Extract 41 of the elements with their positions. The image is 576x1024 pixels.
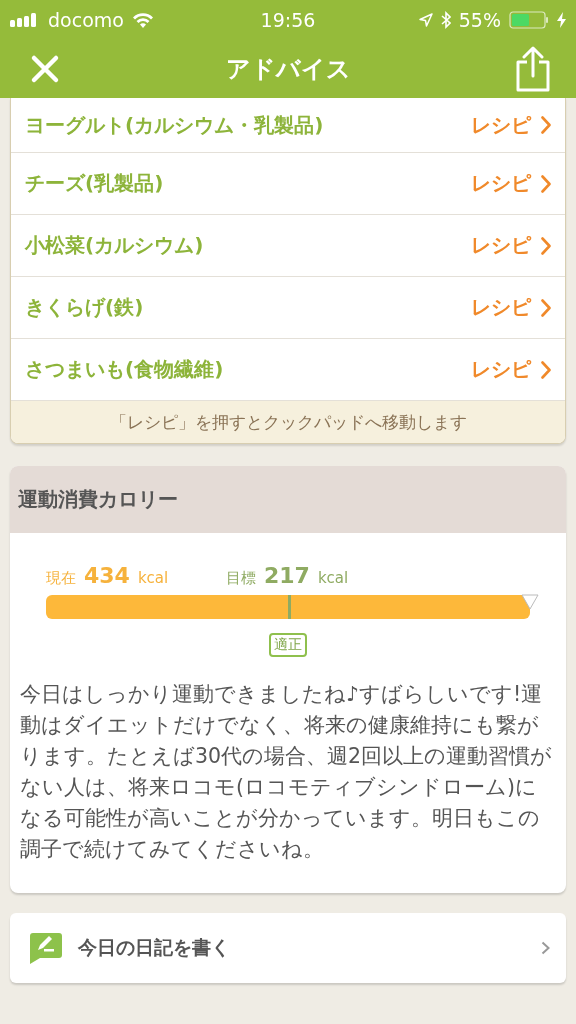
close-button[interactable] — [30, 54, 60, 84]
chevron-right-icon — [541, 360, 551, 379]
charging-bolt-icon — [557, 12, 566, 28]
target-marker — [288, 595, 291, 619]
battery-icon — [509, 11, 549, 29]
chevron-right-icon — [541, 941, 550, 955]
bluetooth-icon — [440, 11, 451, 29]
chevron-right-icon — [541, 236, 551, 255]
recipe-link[interactable]: レシピ — [471, 111, 551, 139]
note-edit-icon — [30, 932, 62, 964]
target-label: 目標 — [226, 569, 256, 588]
recipe-link[interactable]: レシピ — [471, 232, 551, 259]
food-name: チーズ(乳製品) — [25, 170, 164, 197]
clock-time: 19:56 — [260, 9, 316, 31]
share-button[interactable] — [514, 46, 552, 92]
recipe-note: 「レシピ」を押すとクックパッドへ移動します — [109, 410, 467, 434]
unit-label: kcal — [317, 569, 349, 587]
advice-text: 今日はしっかり運動できましたね♪すばらしいです!運動はダイエットだけでなく、将来の健康維持にも繋がります。たとえば30代の場合、週2回以上の運動習慣がない人は、将来ロコモ(ロコモティブシンドローム)になる可能性が高いことが分かっています。明日もこの調子で続けてみてくださいね。 — [19, 681, 554, 863]
recipe-link[interactable]: レシピ — [471, 170, 551, 197]
current-value: 434 — [84, 563, 130, 588]
chevron-right-icon — [541, 298, 551, 317]
wifi-icon — [131, 12, 154, 28]
location-arrow-icon — [418, 13, 433, 27]
recipe-link[interactable]: レシピ — [471, 294, 551, 321]
recipe-link[interactable]: レシピ — [471, 356, 551, 383]
status-badge: 適正 — [269, 633, 307, 657]
food-name: さつまいも(食物繊維) — [25, 356, 224, 383]
current-label: 現在 — [46, 569, 76, 588]
write-diary-button[interactable]: 今日の日記を書く — [10, 913, 566, 983]
target-value: 217 — [264, 563, 310, 588]
section-title: 運動消費カロリー — [18, 486, 178, 513]
current-pointer-icon — [521, 594, 539, 610]
chevron-right-icon — [541, 174, 551, 193]
battery-percent: 55% — [458, 9, 501, 31]
food-name: ヨーグルト(カルシウム・乳製品) — [25, 111, 324, 139]
chevron-right-icon — [541, 116, 551, 134]
carrier-name: docomo — [48, 9, 124, 31]
screen-title: アドバイス — [225, 55, 351, 83]
food-name: きくらげ(鉄) — [25, 294, 144, 321]
unit-label: kcal — [137, 569, 169, 587]
food-name: 小松菜(カルシウム) — [25, 232, 204, 259]
